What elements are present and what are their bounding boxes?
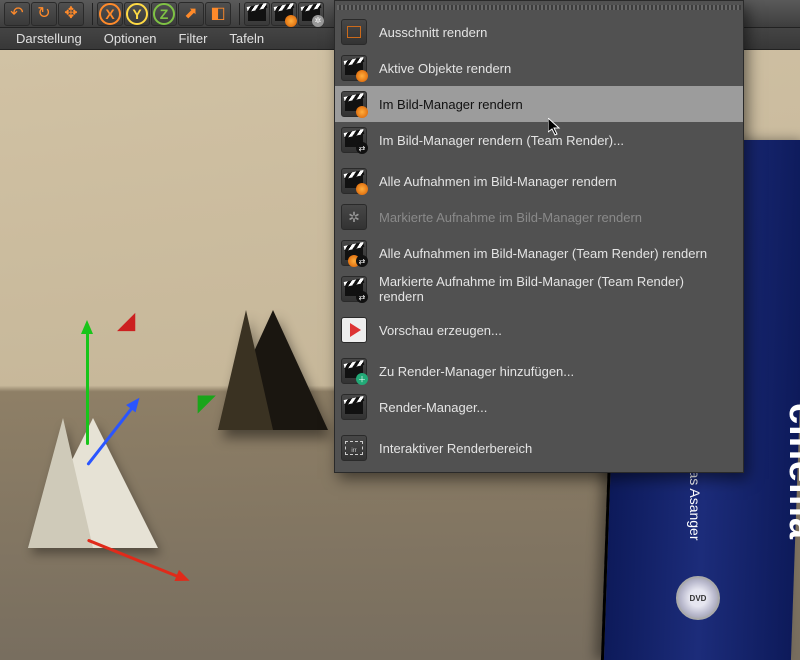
gear-icon: ✲ xyxy=(341,204,367,230)
menu-render-pv[interactable]: Im Bild-Manager rendern xyxy=(335,86,743,122)
menu-filter[interactable]: Filter xyxy=(169,29,218,48)
menu-render-queue[interactable]: Render-Manager... xyxy=(335,389,743,425)
axis-x-button[interactable]: X xyxy=(97,2,123,26)
menu-optionen[interactable]: Optionen xyxy=(94,29,167,48)
menu-label: Im Bild-Manager rendern (Team Render)... xyxy=(379,133,624,148)
toolbar-divider xyxy=(92,3,93,25)
menu-add-render-queue[interactable]: ＋ Zu Render-Manager hinzufügen... xyxy=(335,353,743,389)
render-view-button[interactable] xyxy=(244,2,270,26)
clapboard-icon xyxy=(246,3,268,25)
undo-button[interactable]: ↶ xyxy=(4,2,30,26)
irr-icon: irr xyxy=(341,435,367,461)
menu-label: Alle Aufnahmen im Bild-Manager (Team Ren… xyxy=(379,246,707,261)
pyramid-light-selected xyxy=(28,418,158,548)
toolbar-divider-2 xyxy=(239,3,240,25)
redo-icon: ↻ xyxy=(37,6,50,22)
menu-label: Markierte Aufnahme im Bild-Manager (Team… xyxy=(379,274,731,304)
axis-y-icon: Y xyxy=(126,3,148,25)
clap-all-team-icon: ⇄ xyxy=(341,240,367,266)
menu-interactive-region[interactable]: irr Interaktiver Renderbereich xyxy=(335,430,743,466)
mini-gizmo-red: ◢ xyxy=(118,308,135,334)
menu-label: Interaktiver Renderbereich xyxy=(379,441,532,456)
clap-active-icon xyxy=(341,55,367,81)
clap-all-icon xyxy=(341,168,367,194)
menu-label: Aktive Objekte rendern xyxy=(379,61,511,76)
undo-icon: ↶ xyxy=(10,6,23,22)
menu-label: Ausschnitt rendern xyxy=(379,25,487,40)
menu-render-all-pv-team[interactable]: ⇄ Alle Aufnahmen im Bild-Manager (Team R… xyxy=(335,235,743,271)
axis-z-icon: Z xyxy=(153,3,175,25)
clap-pv-icon xyxy=(341,91,367,117)
menu-label: Im Bild-Manager rendern xyxy=(379,97,523,112)
clap-list-icon xyxy=(341,394,367,420)
menu-render-marked-pv: ✲ Markierte Aufnahme im Bild-Manager ren… xyxy=(335,199,743,235)
clap-pv-team-icon: ⇄ xyxy=(341,127,367,153)
menu-render-pv-team[interactable]: ⇄ Im Bild-Manager rendern (Team Render).… xyxy=(335,122,743,158)
clapboard-orange-icon xyxy=(273,3,295,25)
pyramid-dark xyxy=(218,310,328,430)
menu-label: Alle Aufnahmen im Bild-Manager rendern xyxy=(379,174,617,189)
menu-label: Markierte Aufnahme im Bild-Manager rende… xyxy=(379,210,642,225)
dvd-badge: DVD xyxy=(676,576,720,620)
clap-plus-icon: ＋ xyxy=(341,358,367,384)
move-icon: ✥ xyxy=(64,6,77,22)
menu-label: Vorschau erzeugen... xyxy=(379,323,502,338)
cube-button[interactable]: ◧ xyxy=(205,2,231,26)
gizmo-y-axis[interactable] xyxy=(86,330,89,445)
menu-label: Zu Render-Manager hinzufügen... xyxy=(379,364,574,379)
coord-system-button[interactable]: ⬈ xyxy=(178,2,204,26)
clapboard-gear-icon: ✲ xyxy=(300,3,322,25)
mini-gizmo-green: ◤ xyxy=(198,390,215,416)
play-icon xyxy=(341,317,367,343)
menu-render-active[interactable]: Aktive Objekte rendern xyxy=(335,50,743,86)
menu-label: Render-Manager... xyxy=(379,400,487,415)
book-title-text: cinema xyxy=(780,403,800,540)
menu-tafeln[interactable]: Tafeln xyxy=(219,29,274,48)
menu-render-marked-pv-team[interactable]: ⇄ Markierte Aufnahme im Bild-Manager (Te… xyxy=(335,271,743,307)
axis-x-icon: X xyxy=(99,3,121,25)
redo-button[interactable]: ↻ xyxy=(31,2,57,26)
clap-region-icon xyxy=(341,19,367,45)
render-dropdown: Ausschnitt rendern Aktive Objekte render… xyxy=(334,0,744,473)
menu-make-preview[interactable]: Vorschau erzeugen... xyxy=(335,312,743,348)
clap-marked-team-icon: ⇄ xyxy=(341,276,367,302)
coord-icon: ⬈ xyxy=(184,6,197,22)
cube-icon: ◧ xyxy=(210,6,225,22)
axis-y-button[interactable]: Y xyxy=(124,2,150,26)
axis-z-button[interactable]: Z xyxy=(151,2,177,26)
move-button[interactable]: ✥ xyxy=(58,2,84,26)
menu-render-all-pv[interactable]: Alle Aufnahmen im Bild-Manager rendern xyxy=(335,163,743,199)
menu-darstellung[interactable]: Darstellung xyxy=(6,29,92,48)
dropdown-grip[interactable] xyxy=(337,5,741,10)
render-picture-viewer-button[interactable] xyxy=(271,2,297,26)
render-settings-button[interactable]: ✲ xyxy=(298,2,324,26)
menu-render-region[interactable]: Ausschnitt rendern xyxy=(335,14,743,50)
